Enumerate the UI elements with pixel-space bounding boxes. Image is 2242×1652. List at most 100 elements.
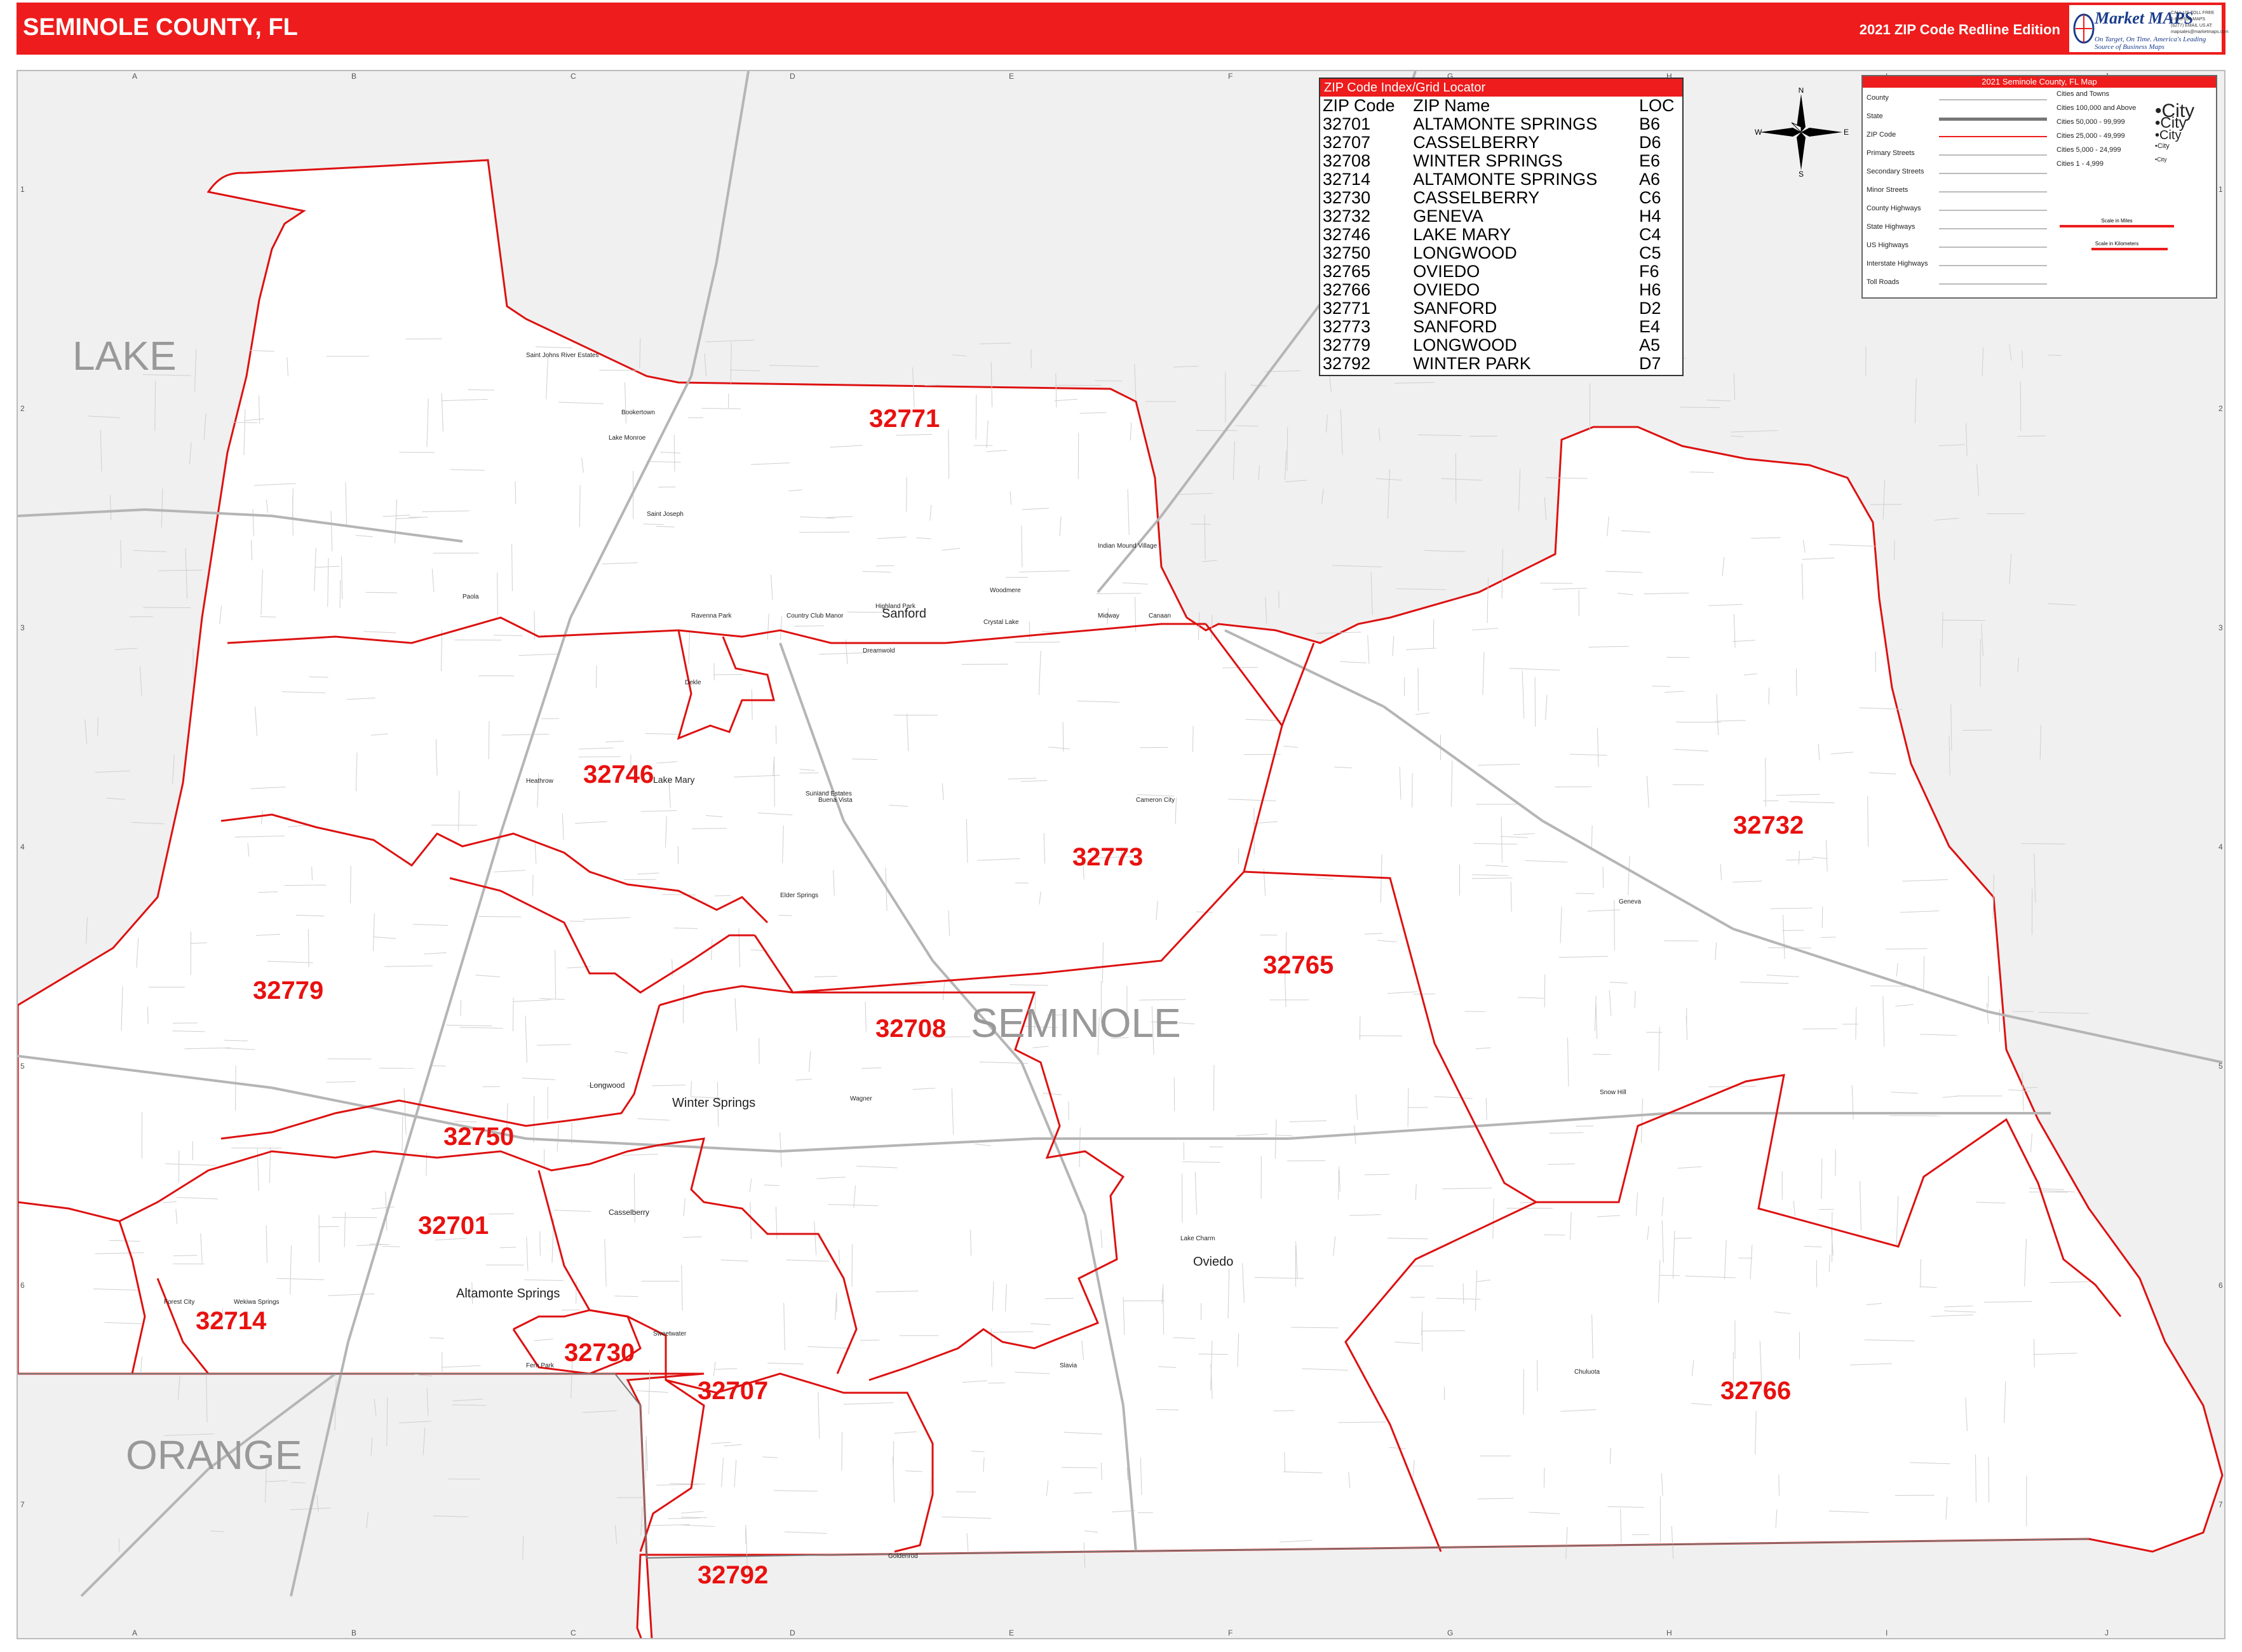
legend-swatch bbox=[1939, 228, 2047, 229]
place-label: Lake Monroe bbox=[609, 435, 646, 442]
zip-index-code: 32792 bbox=[1323, 354, 1371, 373]
zip-index-name: OVIEDO bbox=[1413, 262, 1480, 281]
zip-index-name: ALTAMONTE SPRINGS bbox=[1413, 170, 1598, 189]
zip-index-name: SANFORD bbox=[1413, 317, 1497, 336]
compass-s: S bbox=[1799, 170, 1804, 177]
legend-item: Secondary Streets bbox=[1867, 168, 1924, 175]
map-svg: AABBCCDDEEFFGGHHIIJJ11223344556677 Sanfo… bbox=[18, 71, 2224, 1638]
grid-col-label: E bbox=[1009, 1628, 1014, 1637]
grid-row-label: 7 bbox=[2218, 1500, 2223, 1509]
col-loc: LOC bbox=[1638, 96, 1675, 115]
legend-swatch bbox=[1939, 136, 2047, 137]
place-label: Woodmere bbox=[990, 587, 1021, 594]
legend-city-sample: •City bbox=[2155, 128, 2182, 142]
grid-row-label: 3 bbox=[2218, 623, 2223, 632]
zip-index-box: ZIP Code Index/Grid Locator ZIP Code ZIP… bbox=[1319, 78, 1684, 376]
road-segment bbox=[1140, 747, 1168, 748]
legend-swatch bbox=[1939, 173, 2047, 174]
place-label: Dreamwold bbox=[863, 647, 895, 654]
road-segment bbox=[539, 1231, 541, 1256]
compass-w: W bbox=[1755, 128, 1762, 137]
road-segment bbox=[307, 929, 309, 968]
zip-index-header-row: ZIP Code ZIP Name LOC bbox=[1320, 97, 1682, 115]
map-canvas[interactable]: AABBCCDDEEFFGGHHIIJJ11223344556677 Sanfo… bbox=[17, 70, 2225, 1639]
place-label: Saint Joseph bbox=[647, 511, 684, 518]
zip-label: 32765 bbox=[1263, 951, 1334, 979]
grid-col-label: G bbox=[1447, 1628, 1453, 1637]
place-label: Saint Johns River Estates bbox=[526, 352, 599, 359]
zip-label: 32714 bbox=[196, 1307, 267, 1335]
place-label: Longwood bbox=[590, 1081, 625, 1090]
road-segment bbox=[1942, 620, 1985, 621]
zip-index-row: 32779 LONGWOOD A5 bbox=[1320, 336, 1682, 355]
place-label: Canaan bbox=[1149, 613, 1171, 620]
road-segment bbox=[745, 1529, 746, 1544]
zip-index-loc: E4 bbox=[1638, 317, 1660, 336]
zip-index-code: 32746 bbox=[1323, 225, 1371, 244]
legend-swatch bbox=[1939, 210, 2047, 211]
zip-index-code: 32766 bbox=[1323, 280, 1371, 299]
road-segment bbox=[478, 916, 522, 917]
zip-label: 32708 bbox=[875, 1015, 946, 1043]
road-segment bbox=[774, 756, 775, 807]
col-name: ZIP Name bbox=[1413, 96, 1490, 115]
zip-index-row: 32707 CASSELBERRY D6 bbox=[1320, 133, 1682, 152]
zip-label: 32792 bbox=[698, 1561, 768, 1589]
place-label: Goldenrod bbox=[888, 1553, 918, 1560]
road-segment bbox=[1044, 1297, 1074, 1299]
legend-city-sample: •City bbox=[2155, 142, 2170, 150]
zip-index-loc: E6 bbox=[1638, 151, 1660, 170]
grid-col-label: D bbox=[790, 72, 795, 81]
grid-row-label: 6 bbox=[2218, 1281, 2223, 1290]
legend-swatch bbox=[1939, 99, 2047, 100]
road-segment bbox=[1198, 1353, 1228, 1355]
legend-item: State bbox=[1867, 112, 1883, 120]
grid-col-label: E bbox=[1009, 72, 1014, 81]
zip-index-table: ZIP Code ZIP Name LOC 32701 ALTAMONTE SPR… bbox=[1320, 97, 1682, 373]
legend-cities-title: Cities and Towns bbox=[2056, 90, 2109, 98]
zip-index-loc: D6 bbox=[1638, 133, 1661, 152]
legend-swatch bbox=[1939, 118, 2047, 121]
road-segment bbox=[1602, 867, 1604, 888]
zip-label: 32732 bbox=[1733, 811, 1804, 839]
zip-index-code: 32708 bbox=[1323, 151, 1371, 170]
place-label: Sweetwater bbox=[653, 1330, 687, 1337]
road-segment bbox=[1544, 974, 1546, 1008]
zip-index-row: 32746 LAKE MARY C4 bbox=[1320, 226, 1682, 244]
zip-index-loc: H6 bbox=[1638, 280, 1661, 299]
zip-index-name: CASSELBERRY bbox=[1413, 188, 1540, 207]
grid-row-label: 6 bbox=[20, 1281, 25, 1290]
zip-index-name: GENEVA bbox=[1413, 207, 1483, 226]
place-label: Snow Hill bbox=[1600, 1089, 1626, 1096]
place-label: Casselberry bbox=[609, 1208, 649, 1217]
road-segment bbox=[499, 1247, 517, 1249]
zip-label: 32701 bbox=[418, 1212, 489, 1240]
zip-index-code: 32765 bbox=[1323, 262, 1371, 281]
zip-index-loc: D7 bbox=[1638, 354, 1661, 373]
road-segment bbox=[599, 370, 637, 371]
grid-col-label: A bbox=[132, 72, 137, 81]
zip-index-row: 32714 ALTAMONTE SPRINGS A6 bbox=[1320, 170, 1682, 189]
scale-miles-label: Scale in Miles bbox=[2101, 218, 2132, 224]
zip-index-code: 32750 bbox=[1323, 243, 1371, 262]
zip-label: 32746 bbox=[583, 761, 654, 789]
zip-label: 32766 bbox=[1720, 1377, 1791, 1405]
grid-col-label: I bbox=[1886, 1628, 1887, 1637]
scale-km-label: Scale in Kilometers bbox=[2095, 241, 2138, 247]
legend-city-sample: •City bbox=[2155, 156, 2167, 163]
zip-index-row: 32792 WINTER PARK D7 bbox=[1320, 355, 1682, 373]
legend-city-class: Cities 5,000 - 24,999 bbox=[2056, 146, 2121, 154]
zip-index-code: 32707 bbox=[1323, 133, 1371, 152]
zip-index-code: 32714 bbox=[1323, 170, 1371, 189]
place-label: Dekle bbox=[685, 679, 701, 686]
road-segment bbox=[1689, 471, 1714, 473]
county-label-orange: ORANGE bbox=[126, 1432, 302, 1478]
place-label: Indian Mound Village bbox=[1098, 543, 1158, 550]
zip-index-loc: C4 bbox=[1638, 225, 1661, 244]
place-label: Bookertown bbox=[621, 409, 655, 416]
grid-row-label: 2 bbox=[20, 404, 25, 413]
legend-item: US Highways bbox=[1867, 241, 1909, 249]
legend-swatch bbox=[1939, 283, 2047, 285]
zip-index-name: WINTER SPRINGS bbox=[1413, 151, 1563, 170]
zip-index-loc: B6 bbox=[1638, 114, 1660, 133]
